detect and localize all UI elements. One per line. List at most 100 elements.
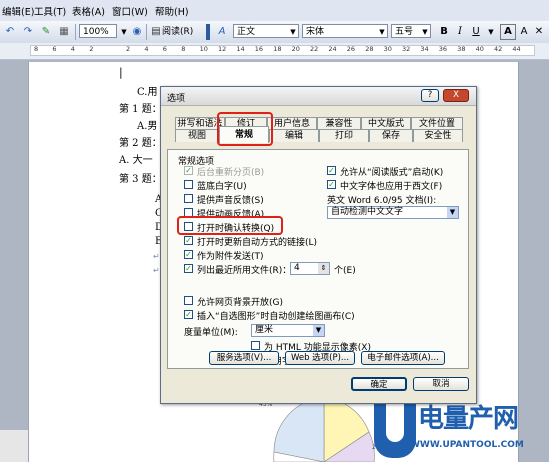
tab-security[interactable]: 安全性 [413,129,463,142]
menu-help[interactable]: 帮助(H) [155,4,189,18]
paragraph-mark: ↵ [153,252,160,261]
option-label: 中文字体也应用于西文(F) [340,182,443,192]
chevron-down-icon[interactable]: ▼ [486,24,496,40]
dialog-title: 选项 [167,94,186,104]
checkbox-recent-files[interactable]: ✓ [184,264,193,273]
redo-icon[interactable]: ↷ [22,24,34,40]
chevron-down-icon[interactable]: ▼ [447,207,458,218]
checkbox-web-background[interactable] [184,296,193,305]
doc-line: 第 1 题： [119,104,162,115]
ruler-tick-label: 28 [365,45,374,53]
zoom-value: 100% [83,27,109,37]
ruler[interactable]: 8 6 4 2 2 4 6 8 10 12 14 16 18 20 22 24 26 28 30 32 34 36 38 40… [0,43,549,60]
spinner-arrows-icon[interactable]: ⇕ [318,263,329,274]
toolbar: ↶ ↷ ✎ ▦ 100% ▼ ◉ ▤ 阅读(R) A 正文 ▼ 宋体 ▼ 五号 … [0,21,549,44]
word-doc-label: 英文 Word 6.0/95 文档(I): [327,196,437,206]
option-label: 打开时更新自动方式的链接(L) [197,238,318,248]
ruler-tick-label: 24 [328,45,337,53]
option-label: 提供声音反馈(S) [197,196,264,206]
ruler-tick-label: 8 [181,45,186,53]
checkbox-background-repaginate[interactable]: ✓ [184,166,193,175]
tab-print[interactable]: 打印 [319,129,369,142]
highlight-confirm-conversion [177,216,283,235]
tab-save[interactable]: 保存 [369,129,413,142]
styles-icon[interactable]: A [216,24,228,40]
underline-button[interactable]: U [470,24,482,40]
tab-user-info[interactable]: 用户信息 [267,117,317,129]
doc-line: 第 2 题： [119,138,162,149]
option-label: 蓝底白字(U) [197,182,247,192]
ruler-tick-label: 12 [218,45,227,53]
drawing-icon[interactable]: ✎ [40,24,52,40]
ruler-tick-label: 4 [144,45,149,53]
service-options-button[interactable]: 服务选项(V)... [209,351,279,365]
table-icon[interactable]: ▦ [58,24,70,40]
bold-button[interactable]: B [438,24,450,40]
read-mode-button[interactable]: 阅读(R) [162,24,202,40]
italic-button[interactable]: I [454,24,466,40]
char-border-button[interactable]: A [500,24,516,40]
watermark-url: WWW.UPANTOOL.COM [410,440,524,450]
dialog-titlebar[interactable]: 选项 ? X [161,87,476,106]
help-button[interactable]: ? [421,89,439,102]
checkbox-html-pixels[interactable] [251,341,260,350]
web-options-button[interactable]: Web 选项(P)... [285,351,355,365]
word-doc-select[interactable]: 自动检测中文文字 ▼ [327,206,459,219]
tab-compatibility[interactable]: 兼容性 [317,117,361,129]
checkbox-send-as-attachment[interactable]: ✓ [184,250,193,259]
option-label: 允许从“阅读版式”启动(K) [340,168,444,178]
word-doc-value: 自动检测中文文字 [331,207,404,217]
tab-chinese-layout[interactable]: 中文版式 [361,117,411,129]
close-button[interactable]: X [443,89,469,102]
chevron-down-icon[interactable]: ▼ [313,325,324,336]
ruler-tick-label: 14 [236,45,245,53]
options-dialog: 选项 ? X 拼写和语法 修订 用户信息 兼容性 中文版式 文件位置 视图 常规… [160,86,477,404]
chevron-down-icon[interactable]: ▼ [377,24,387,40]
ruler-tick-label: 2 [89,45,94,53]
menu-table[interactable]: 表格(A) [72,4,105,18]
checkbox-chinese-font-western[interactable]: ✓ [327,180,336,189]
ruler-tick-label: 20 [291,45,300,53]
ruler-tick-label: 32 [402,45,411,53]
ruler-tick-label: 26 [346,45,356,53]
ruler-tick-label: 10 [199,45,208,53]
ruler-tick-label: 4 [70,45,75,53]
tab-file-locations[interactable]: 文件位置 [411,117,463,129]
ruler-tick-label: 18 [273,45,282,53]
paragraph-mark: ↵ [153,266,160,275]
checkbox-sound-feedback[interactable] [184,194,193,203]
checkbox-blue-background[interactable] [184,180,193,189]
chevron-down-icon[interactable]: ▼ [420,24,430,40]
menu-window[interactable]: 窗口(W) [112,4,148,18]
ruler-tick-label: 16 [254,45,264,53]
undo-icon[interactable]: ↶ [4,24,16,40]
ok-button[interactable]: 确定 [351,377,407,391]
ruler-tick-label: 36 [438,45,448,53]
unit-select[interactable]: 厘米 ▼ [251,324,325,337]
chevron-down-icon[interactable]: ▼ [119,24,129,40]
ruler-tick-label: 22 [310,45,319,53]
option-label: 列出最近所用文件(R)： [197,266,292,276]
more-icon[interactable]: ✕ [533,24,545,40]
menu-tools[interactable]: 工具(T) [34,4,66,18]
style-value: 正文 [237,27,256,37]
font-select[interactable]: 宋体 [302,24,388,38]
recent-count-spinner[interactable]: 4 ⇕ [290,262,330,275]
checkbox-drawing-canvas[interactable]: ✓ [184,310,193,319]
doc-line: C.用 [137,87,158,98]
cancel-button[interactable]: 取消 [413,377,469,391]
option-label: 作为附件发送(T) [197,252,264,262]
zoom-box[interactable]: 100% [79,24,117,38]
checkbox-allow-reading-layout[interactable]: ✓ [327,166,336,175]
unit-label: 度量单位(M): [184,328,238,338]
tab-view[interactable]: 视图 [175,129,219,142]
checkbox-update-links[interactable]: ✓ [184,236,193,245]
menu-edit[interactable]: 编辑(E) [2,4,34,18]
help-icon[interactable]: ◉ [131,24,143,40]
chevron-down-icon[interactable]: ▼ [288,24,298,40]
email-options-button[interactable]: 电子邮件选项(A)... [361,351,445,365]
left-margin-block [0,430,28,462]
tab-edit[interactable]: 编辑 [269,129,319,142]
font-color-icon[interactable]: A [518,24,530,40]
option-label: 后台重新分页(B) [197,168,265,178]
